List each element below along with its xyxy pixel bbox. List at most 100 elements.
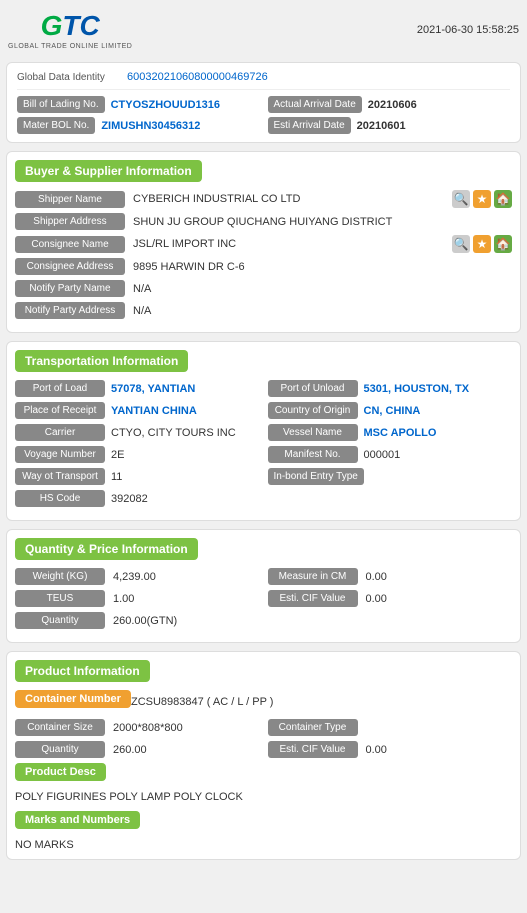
- product-esti-cif-value: 0.00: [366, 744, 387, 756]
- consignee-name-row: Consignee Name JSL/RL IMPORT INC 🔍 ★ 🏠: [15, 235, 512, 253]
- bol-row-2: Mater BOL No. ZIMUSHN30456312 Esti Arriv…: [17, 117, 510, 134]
- esti-cif-label: Esti. CIF Value: [268, 590, 358, 607]
- product-card: Product Information Container Number ZCS…: [6, 651, 521, 860]
- consignee-address-label: Consignee Address: [15, 258, 125, 275]
- esti-arrival-label: Esti Arrival Date: [268, 117, 351, 134]
- bill-of-lading-value: CTYOSZHOUUD1316: [111, 99, 220, 111]
- shipper-star-icon[interactable]: ★: [473, 190, 491, 208]
- teus-row: TEUS 1.00: [15, 590, 260, 607]
- esti-arrival-item: Esti Arrival Date 20210601: [268, 117, 511, 134]
- product-quantity-label: Quantity: [15, 741, 105, 758]
- product-quantity-row: Quantity 260.00: [15, 741, 260, 758]
- logo: G TC GLOBAL TRADE ONLINE LIMITED: [8, 10, 132, 50]
- notify-party-name-row: Notify Party Name N/A: [15, 280, 512, 297]
- weight-label: Weight (KG): [15, 568, 105, 585]
- voyage-number-label: Voyage Number: [15, 446, 105, 463]
- shipper-address-label: Shipper Address: [15, 213, 125, 230]
- port-of-load-row: Port of Load 57078, YANTIAN: [15, 380, 260, 397]
- consignee-search-icon[interactable]: 🔍: [452, 235, 470, 253]
- qty-row-1: Weight (KG) 4,239.00 Measure in CM 0.00: [15, 568, 512, 590]
- product-title: Product Information: [15, 660, 150, 682]
- country-of-origin-row: Country of Origin CN, CHINA: [268, 402, 513, 419]
- teus-value: 1.00: [113, 593, 134, 605]
- transport-row-1: Port of Load 57078, YANTIAN Port of Unlo…: [15, 380, 512, 402]
- container-number-label[interactable]: Container Number: [15, 690, 131, 708]
- manifest-row: Manifest No. 000001: [268, 446, 513, 463]
- voyage-number-value: 2E: [111, 449, 124, 461]
- measure-row: Measure in CM 0.00: [268, 568, 513, 585]
- quantity-value: 260.00(GTN): [113, 615, 177, 627]
- hs-code-row: HS Code 392082: [15, 490, 512, 507]
- product-desc-value: POLY FIGURINES POLY LAMP POLY CLOCK: [15, 791, 512, 803]
- quantity-title: Quantity & Price Information: [15, 538, 198, 560]
- port-of-unload-label: Port of Unload: [268, 380, 358, 397]
- shipper-name-value: CYBERICH INDUSTRIAL CO LTD: [133, 193, 452, 205]
- header: G TC GLOBAL TRADE ONLINE LIMITED 2021-06…: [6, 6, 521, 54]
- voyage-number-row: Voyage Number 2E: [15, 446, 260, 463]
- shipper-name-label: Shipper Name: [15, 191, 125, 208]
- port-of-load-label: Port of Load: [15, 380, 105, 397]
- actual-arrival-value: 20210606: [368, 99, 417, 111]
- mater-bol-item: Mater BOL No. ZIMUSHN30456312: [17, 117, 260, 134]
- shipper-search-icon[interactable]: 🔍: [452, 190, 470, 208]
- shipper-address-value: SHUN JU GROUP QIUCHANG HUIYANG DISTRICT: [133, 216, 512, 228]
- manifest-label: Manifest No.: [268, 446, 358, 463]
- shipper-home-icon[interactable]: 🏠: [494, 190, 512, 208]
- container-size-label: Container Size: [15, 719, 105, 736]
- consignee-star-icon[interactable]: ★: [473, 235, 491, 253]
- port-of-load-value: 57078, YANTIAN: [111, 383, 195, 395]
- product-desc-button[interactable]: Product Desc: [15, 763, 106, 781]
- logo-icon: G TC: [41, 10, 100, 42]
- shipper-address-row: Shipper Address SHUN JU GROUP QIUCHANG H…: [15, 213, 512, 230]
- transportation-title: Transportation Information: [15, 350, 188, 372]
- logo-subtitle: GLOBAL TRADE ONLINE LIMITED: [8, 43, 132, 50]
- qty-row-2: TEUS 1.00 Esti. CIF Value 0.00: [15, 590, 512, 612]
- global-identity-label: Global Data Identity: [17, 72, 127, 83]
- quantity-row: Quantity 260.00(GTN): [15, 612, 512, 629]
- esti-cif-row: Esti. CIF Value 0.00: [268, 590, 513, 607]
- shipper-name-row: Shipper Name CYBERICH INDUSTRIAL CO LTD …: [15, 190, 512, 208]
- container-number-value: ZCSU8983847 ( AC / L / PP ): [131, 696, 273, 708]
- global-identity-value: 60032021060800000469726: [127, 71, 268, 83]
- shipper-icons: 🔍 ★ 🏠: [452, 190, 512, 208]
- notify-party-name-label: Notify Party Name: [15, 280, 125, 297]
- consignee-address-value: 9895 HARWIN DR C-6: [133, 261, 512, 273]
- quantity-label: Quantity: [15, 612, 105, 629]
- consignee-name-label: Consignee Name: [15, 236, 125, 253]
- teus-label: TEUS: [15, 590, 105, 607]
- place-of-receipt-value: YANTIAN CHINA: [111, 405, 197, 417]
- esti-cif-value: 0.00: [366, 593, 387, 605]
- vessel-name-label: Vessel Name: [268, 424, 358, 441]
- consignee-icons: 🔍 ★ 🏠: [452, 235, 512, 253]
- port-of-unload-row: Port of Unload 5301, HOUSTON, TX: [268, 380, 513, 397]
- way-of-transport-row: Way ot Transport 11: [15, 468, 260, 485]
- bill-of-lading-item: Bill of Lading No. CTYOSZHOUUD1316: [17, 96, 260, 113]
- measure-label: Measure in CM: [268, 568, 358, 585]
- product-esti-cif-label: Esti. CIF Value: [268, 741, 358, 758]
- marks-button[interactable]: Marks and Numbers: [15, 811, 140, 829]
- measure-value: 0.00: [366, 571, 387, 583]
- consignee-name-value: JSL/RL IMPORT INC: [133, 238, 452, 250]
- notify-party-address-value: N/A: [133, 305, 512, 317]
- product-esti-cif-row: Esti. CIF Value 0.00: [268, 741, 513, 758]
- container-size-value: 2000*808*800: [113, 722, 183, 734]
- way-of-transport-value: 11: [111, 471, 122, 483]
- notify-party-address-label: Notify Party Address: [15, 302, 125, 319]
- transport-row-4: Voyage Number 2E Manifest No. 000001: [15, 446, 512, 468]
- vessel-name-value: MSC APOLLO: [364, 427, 437, 439]
- transportation-card: Transportation Information Port of Load …: [6, 341, 521, 521]
- in-bond-label: In-bond Entry Type: [268, 468, 364, 485]
- transport-row-5: Way ot Transport 11 In-bond Entry Type: [15, 468, 512, 490]
- bill-of-lading-label: Bill of Lading No.: [17, 96, 105, 113]
- marks-section: Marks and Numbers NO MARKS: [15, 811, 512, 851]
- quantity-card: Quantity & Price Information Weight (KG)…: [6, 529, 521, 643]
- carrier-row: Carrier CTYO, CITY TOURS INC: [15, 424, 260, 441]
- actual-arrival-label: Actual Arrival Date: [268, 96, 362, 113]
- buyer-supplier-card: Buyer & Supplier Information Shipper Nam…: [6, 151, 521, 333]
- consignee-home-icon[interactable]: 🏠: [494, 235, 512, 253]
- carrier-value: CTYO, CITY TOURS INC: [111, 427, 236, 439]
- in-bond-row: In-bond Entry Type: [268, 468, 513, 485]
- bol-row-1: Bill of Lading No. CTYOSZHOUUD1316 Actua…: [17, 96, 510, 113]
- vessel-name-row: Vessel Name MSC APOLLO: [268, 424, 513, 441]
- product-row-2: Container Size 2000*808*800 Container Ty…: [15, 719, 512, 741]
